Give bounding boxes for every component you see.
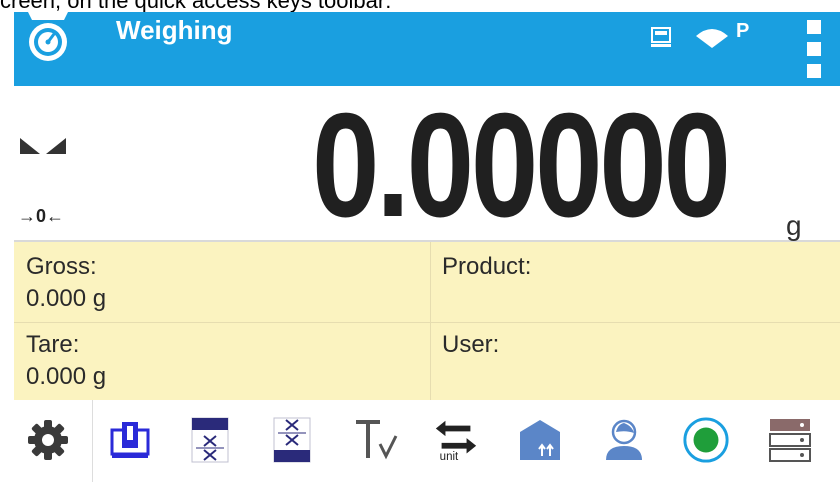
menu-icon[interactable] <box>807 18 821 78</box>
settings-button[interactable] <box>24 414 72 466</box>
gross-value: 0.000 g <box>26 285 107 312</box>
title-bar: Weighing P <box>14 12 840 86</box>
product-label: Product: <box>442 253 532 280</box>
product-icon <box>520 420 560 460</box>
info-divider-vertical <box>430 242 431 400</box>
text-edit-icon <box>356 420 398 460</box>
print-footer-icon <box>273 417 311 463</box>
gross-label: Gross: <box>26 253 97 280</box>
tare-value: 0.000 g <box>26 363 107 390</box>
document-caption-fragment: creen, on the quick access keys toolbar: <box>0 0 840 12</box>
weight-unit: g <box>786 210 802 241</box>
wifi-icon <box>696 29 728 48</box>
database-icon <box>769 419 811 462</box>
weight-display: →0← 0.00000 g <box>14 86 840 242</box>
unit-change-icon: unit <box>435 420 477 462</box>
user-button[interactable] <box>600 414 648 466</box>
record-icon <box>683 417 729 463</box>
stable-indicator-icon <box>20 138 66 154</box>
unit-text: unit <box>440 451 459 462</box>
info-divider-horizontal <box>14 322 840 323</box>
text-edit-button[interactable] <box>352 414 400 466</box>
user-label: User: <box>442 331 500 358</box>
toolbar-separator <box>92 400 93 482</box>
profile-indicator: P <box>736 20 750 42</box>
info-panel: Gross: 0.000 g Product: Tare: 0.000 g Us… <box>14 242 840 400</box>
unit-change-button[interactable]: unit <box>432 414 480 466</box>
print-header-button[interactable] <box>186 414 234 466</box>
tare-button[interactable] <box>106 414 154 466</box>
record-button[interactable] <box>682 414 730 466</box>
database-button[interactable] <box>766 414 814 466</box>
product-button[interactable] <box>516 414 564 466</box>
tare-icon <box>110 422 150 458</box>
settings-icon <box>28 420 68 460</box>
print-header-icon <box>191 417 229 463</box>
user-icon <box>606 419 642 460</box>
caption-text: creen, on the quick access keys toolbar: <box>0 0 391 12</box>
pc-connection-icon <box>651 27 671 47</box>
app-title: Weighing <box>116 15 233 45</box>
zero-indicator: →0← <box>18 206 65 226</box>
scale-app-icon[interactable] <box>24 12 72 68</box>
weight-value: 0.00000 <box>312 83 731 248</box>
tare-label: Tare: <box>26 331 80 358</box>
quick-access-toolbar: unit <box>14 400 840 482</box>
print-footer-button[interactable] <box>268 414 316 466</box>
